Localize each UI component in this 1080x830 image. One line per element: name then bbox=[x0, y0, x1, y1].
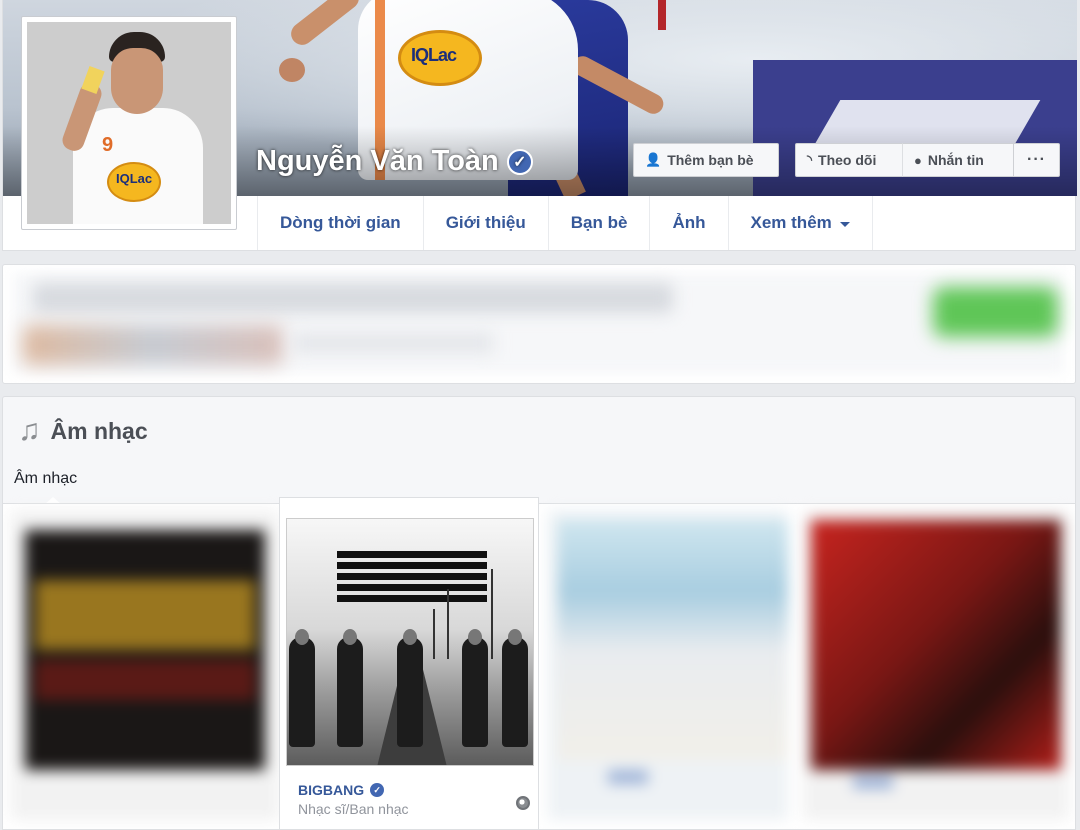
blurred-action-button[interactable] bbox=[933, 287, 1058, 337]
follow-label: Theo dõi bbox=[818, 152, 877, 168]
profile-nav: Dòng thời gian Giới thiệu Bạn bè Ảnh Xem… bbox=[257, 196, 873, 250]
add-friend-button[interactable]: 👤 Thêm bạn bè bbox=[633, 143, 779, 177]
tab-label: Giới thiệu bbox=[445, 213, 526, 232]
follow-button[interactable]: ◝ Theo dõi bbox=[795, 143, 903, 177]
add-friend-label: Thêm bạn bè bbox=[667, 152, 754, 168]
tab-label: Ảnh bbox=[672, 213, 706, 232]
message-button[interactable]: ● Nhắn tin bbox=[902, 143, 1014, 177]
tab-about[interactable]: Giới thiệu bbox=[424, 196, 549, 250]
section-title-text: Âm nhạc bbox=[50, 417, 148, 444]
tab-label: Dòng thời gian bbox=[280, 213, 401, 232]
tab-friends[interactable]: Bạn bè bbox=[549, 196, 651, 250]
add-friend-icon: 👤 bbox=[645, 152, 662, 167]
music-item-bigbang[interactable]: BIGBANG ✓ Nhạc sĩ/Ban nhạc bbox=[279, 497, 539, 829]
verified-icon: ✓ bbox=[370, 783, 385, 797]
blurred-content-card bbox=[2, 264, 1076, 384]
globe-icon bbox=[516, 796, 530, 810]
artist-photo[interactable] bbox=[286, 518, 534, 766]
profile-header: IQLac 9 IQLac Nguyễn Văn Toàn ✓ 👤 Thêm b… bbox=[2, 0, 1077, 251]
tab-label: Xem thêm bbox=[750, 213, 832, 232]
message-label: Nhắn tin bbox=[927, 152, 984, 168]
tab-photos[interactable]: Ảnh bbox=[650, 196, 729, 250]
music-item-blurred[interactable] bbox=[11, 510, 279, 820]
profile-name-text[interactable]: Nguyễn Văn Toàn bbox=[256, 145, 499, 178]
more-options-icon: ··· bbox=[1027, 151, 1046, 168]
tab-more[interactable]: Xem thêm bbox=[729, 196, 873, 250]
rss-icon: ◝ bbox=[807, 152, 813, 167]
tab-timeline[interactable]: Dòng thời gian bbox=[258, 196, 424, 250]
profile-name[interactable]: Nguyễn Văn Toàn ✓ bbox=[256, 145, 533, 178]
music-item-blurred[interactable] bbox=[548, 510, 788, 820]
music-item-blurred[interactable] bbox=[803, 510, 1069, 820]
artist-name-text[interactable]: BIGBANG bbox=[298, 782, 364, 798]
section-title[interactable]: ♫ Âm nhạc bbox=[18, 416, 148, 446]
verified-icon: ✓ bbox=[506, 148, 533, 175]
tab-label: Bạn bè bbox=[570, 213, 628, 232]
artist-name[interactable]: BIGBANG ✓ bbox=[298, 782, 385, 798]
more-options-button[interactable]: ··· bbox=[1013, 143, 1060, 177]
chevron-down-icon bbox=[839, 221, 850, 227]
profile-picture[interactable]: 9 IQLac bbox=[21, 16, 237, 230]
artist-category: Nhạc sĩ/Ban nhạc bbox=[298, 801, 409, 817]
music-section: ♫ Âm nhạc Âm nhạc BIGBANG ✓ Nhạc sĩ/Ban … bbox=[2, 396, 1076, 830]
music-note-icon: ♫ bbox=[18, 414, 41, 447]
music-subtab[interactable]: Âm nhạc bbox=[14, 470, 77, 488]
messenger-icon: ● bbox=[914, 152, 922, 168]
